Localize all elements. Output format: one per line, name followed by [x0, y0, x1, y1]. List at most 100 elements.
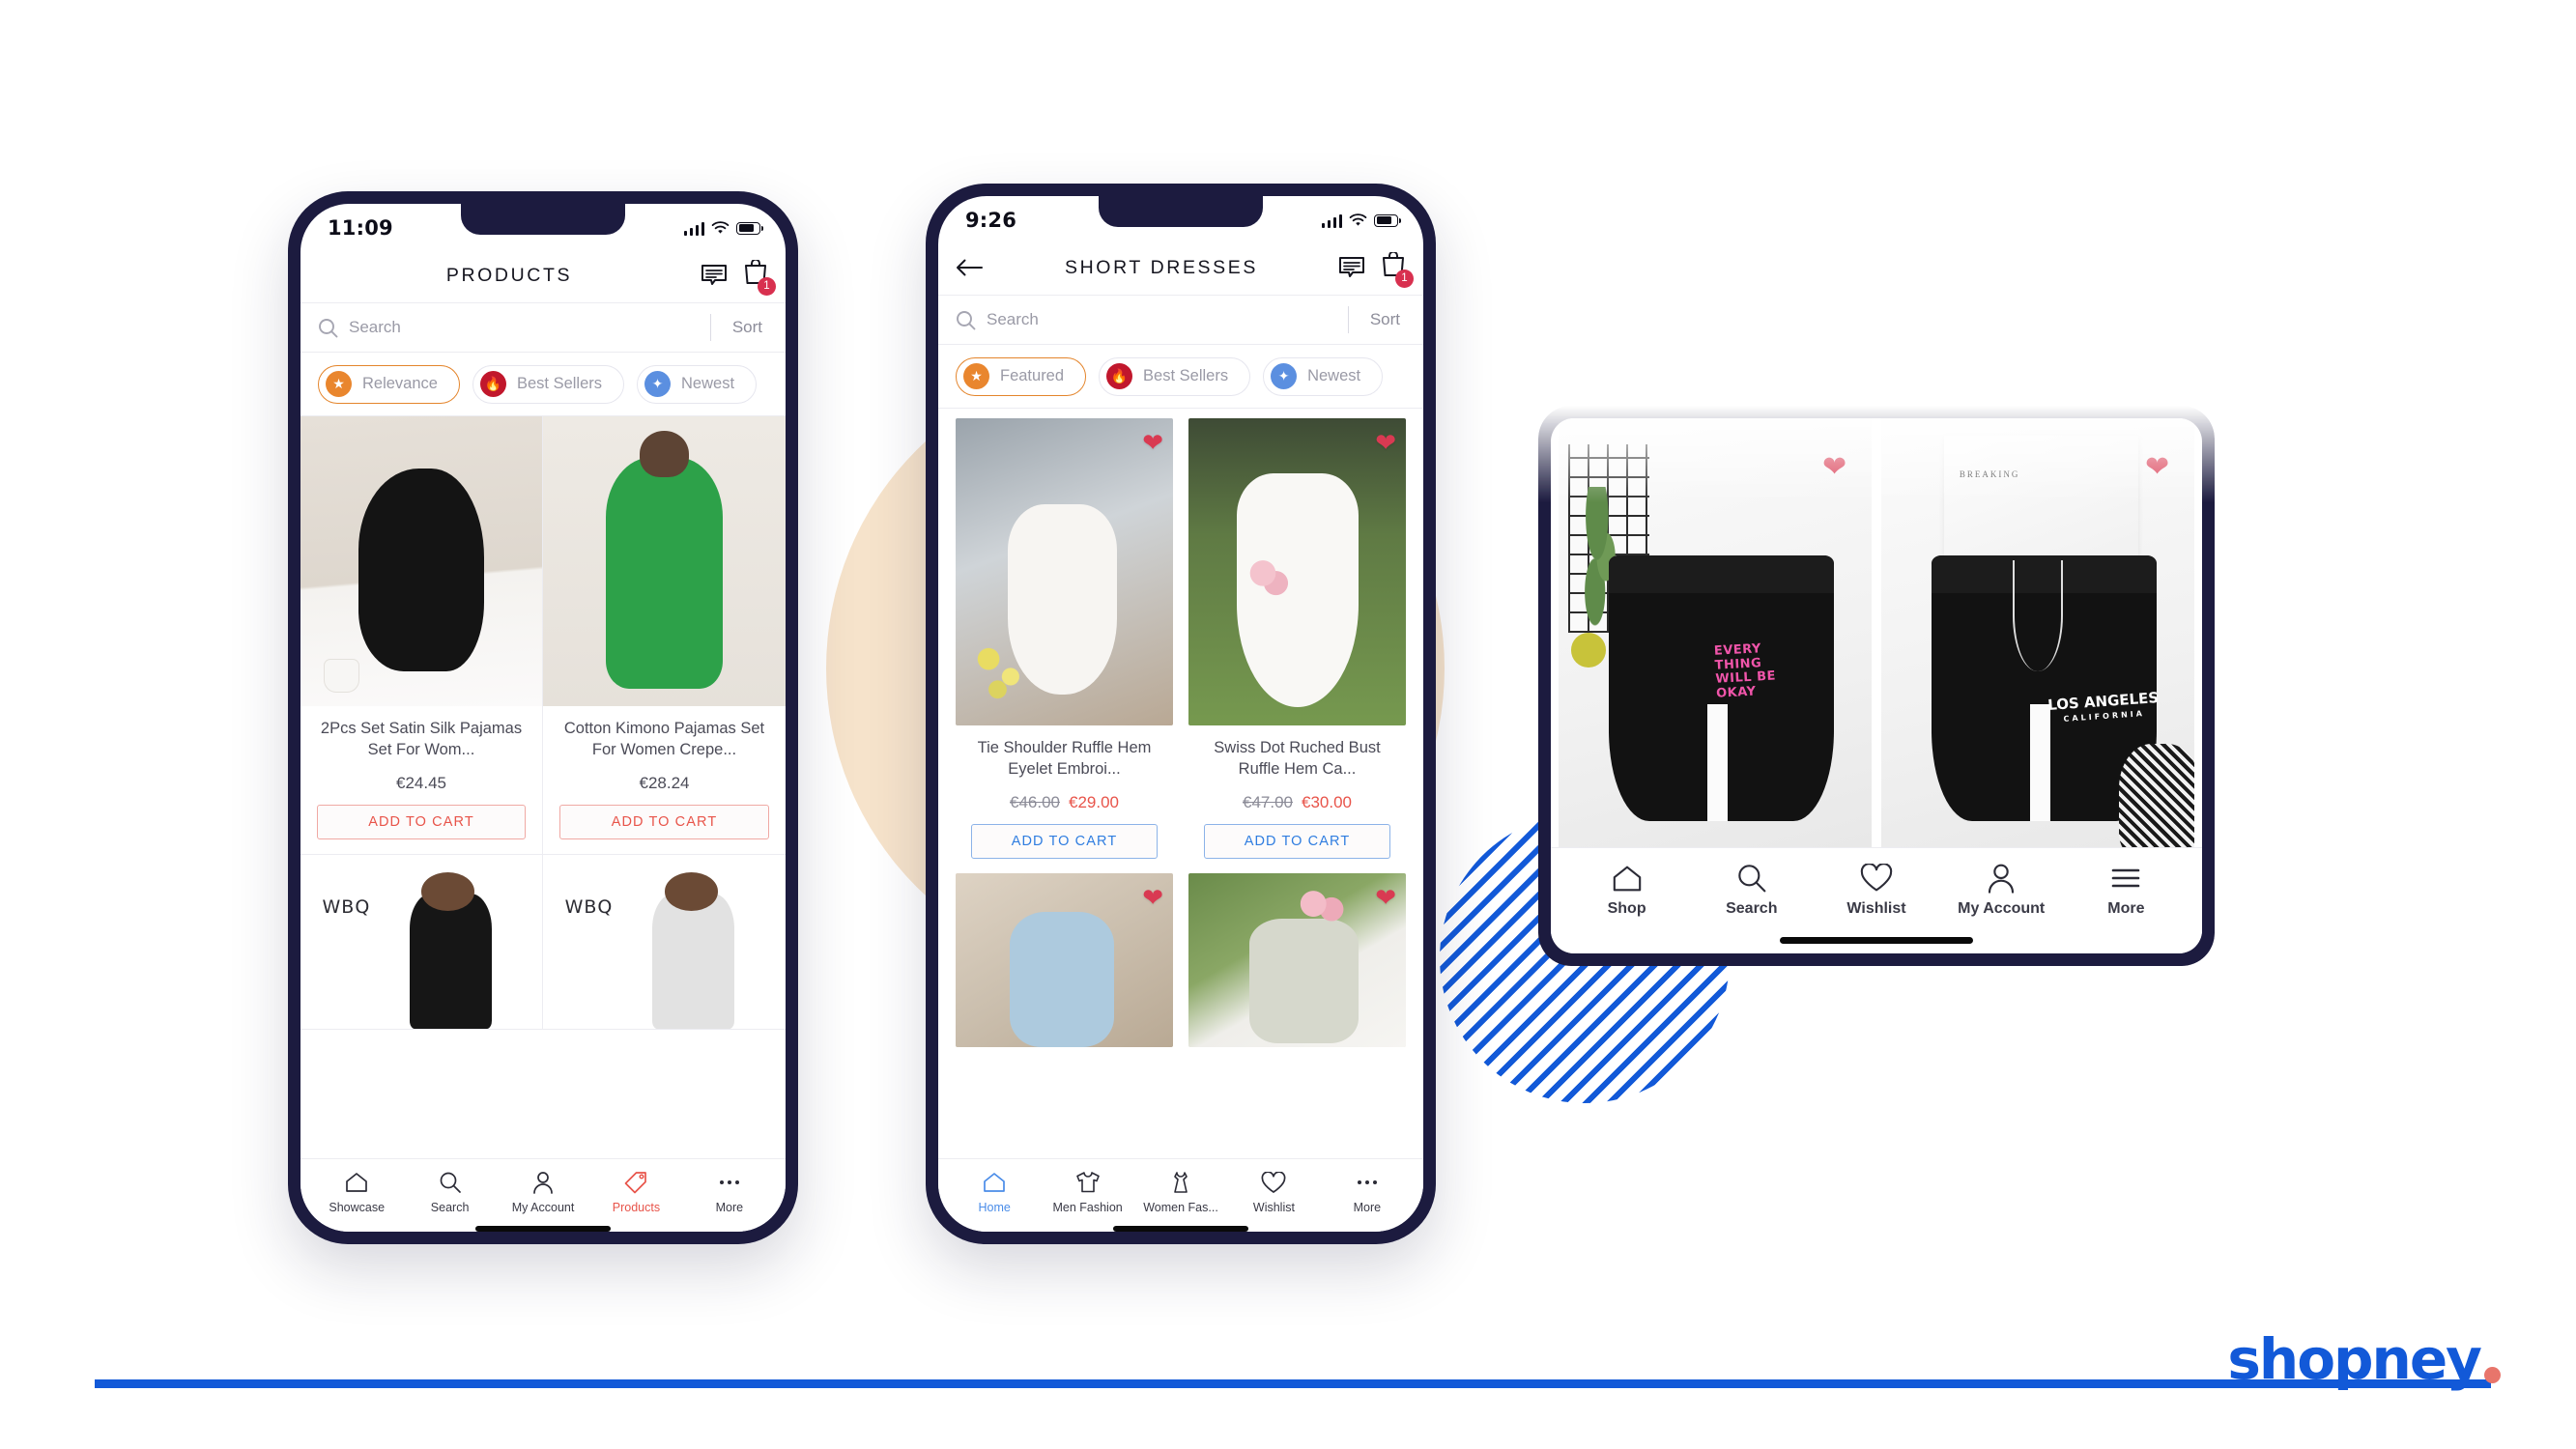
- page-title: PRODUCTS: [445, 264, 573, 286]
- chip-newest[interactable]: ✦ Newest: [637, 364, 758, 404]
- phone1-screen: 11:09 PRODUCTS 1 Search Sort ★ Relevance…: [301, 204, 786, 1232]
- heart-filled-icon[interactable]: ❤: [1822, 452, 1846, 482]
- search-placeholder: Search: [987, 310, 1039, 328]
- nav-item-women-fashion[interactable]: Women Fas...: [1134, 1170, 1227, 1214]
- search-icon: [957, 310, 976, 329]
- product-card[interactable]: 2Pcs Set Satin Silk Pajamas Set For Wom.…: [301, 416, 543, 855]
- add-to-cart-button[interactable]: ADD TO CART: [558, 805, 770, 839]
- chip-newest[interactable]: ✦ Newest: [1263, 356, 1384, 396]
- device3-screen: EVERY THING WILL BE OKAY ❤ BREAKING LOS …: [1551, 418, 2202, 953]
- nav-item-wishlist[interactable]: Wishlist: [1814, 862, 1938, 918]
- device3-product-grid: EVERY THING WILL BE OKAY ❤ BREAKING LOS …: [1551, 418, 2202, 847]
- product-card[interactable]: WBQ: [543, 855, 786, 1030]
- hamburger-icon: [2111, 862, 2140, 895]
- image-watermark: WBQ: [322, 896, 371, 919]
- heart-filled-icon[interactable]: ❤: [1142, 885, 1163, 910]
- home-indicator: [1113, 1226, 1248, 1232]
- sort-button[interactable]: Sort: [1370, 310, 1406, 329]
- phone2-app-bar: SHORT DRESSES 1: [938, 241, 1423, 295]
- nav-item-showcase[interactable]: Showcase: [310, 1170, 403, 1214]
- product-title: Swiss Dot Ruched Bust Ruffle Hem Ca...: [1214, 739, 1381, 778]
- product-info: Tie Shoulder Ruffle Hem Eyelet Embroi...…: [956, 725, 1173, 873]
- sort-button[interactable]: Sort: [732, 318, 768, 337]
- product-card[interactable]: BREAKING LOS ANGELES CALIFORNIA ❤: [1881, 418, 2194, 847]
- search-icon: [319, 318, 338, 337]
- back-button[interactable]: [956, 259, 985, 276]
- product-card[interactable]: WBQ: [301, 855, 543, 1030]
- nav-item-search[interactable]: Search: [1689, 862, 1814, 918]
- nav-label: Wishlist: [1252, 1201, 1295, 1214]
- chip-best-sellers[interactable]: 🔥 Best Sellers: [472, 364, 625, 404]
- nav-item-my-account[interactable]: My Account: [1939, 862, 2064, 918]
- party-popper-icon: ✦: [1271, 363, 1298, 389]
- heart-filled-icon[interactable]: ❤: [1375, 430, 1396, 455]
- phone2-bottom-nav: Home Men Fashion Women Fas... Wishlist M…: [938, 1158, 1423, 1232]
- product-info: 2Pcs Set Satin Silk Pajamas Set For Wom.…: [301, 706, 542, 854]
- cart-button[interactable]: 1: [1381, 250, 1414, 288]
- nav-label: Men Fashion: [1052, 1201, 1123, 1214]
- product-price: €24.45: [396, 774, 446, 792]
- nav-item-wishlist[interactable]: Wishlist: [1227, 1170, 1320, 1214]
- nav-item-more[interactable]: More: [2064, 862, 2189, 918]
- sneaker-prop: [2119, 744, 2194, 847]
- home-icon: [1612, 862, 1643, 895]
- magazine-headline: BREAKING: [1959, 469, 2020, 479]
- chip-featured[interactable]: ★ Featured: [956, 356, 1087, 396]
- nav-item-home[interactable]: Home: [948, 1170, 1041, 1214]
- chip-best-sellers[interactable]: 🔥 Best Sellers: [1099, 356, 1251, 396]
- person-icon: [531, 1170, 555, 1195]
- heart-filled-icon[interactable]: ❤: [2145, 452, 2169, 482]
- heart-filled-icon[interactable]: ❤: [1142, 430, 1163, 455]
- flame-icon: 🔥: [479, 371, 506, 397]
- product-price: €47.00 €30.00: [1198, 793, 1396, 812]
- nav-item-more[interactable]: More: [1321, 1170, 1414, 1214]
- person-icon: [1986, 862, 2017, 895]
- wifi-icon: [1349, 213, 1367, 226]
- add-to-cart-button[interactable]: ADD TO CART: [1204, 824, 1390, 859]
- nav-item-more[interactable]: More: [683, 1170, 776, 1214]
- nav-label: More: [715, 1201, 744, 1214]
- search-sort-divider: [709, 314, 711, 341]
- search-placeholder: Search: [349, 318, 401, 336]
- chip-relevance[interactable]: ★ Relevance: [318, 364, 460, 404]
- product-card[interactable]: EVERY THING WILL BE OKAY ❤: [1559, 418, 1872, 847]
- chat-bubble-icon[interactable]: [701, 264, 728, 288]
- phone1-app-bar-actions: 1: [701, 258, 776, 296]
- product-image: ❤: [1188, 873, 1406, 1047]
- search-input[interactable]: Search: [318, 318, 710, 338]
- product-image: ❤: [1188, 418, 1406, 725]
- product-card[interactable]: ❤ Tie Shoulder Ruffle Hem Eyelet Embroi.…: [948, 418, 1181, 873]
- chat-bubble-icon[interactable]: [1338, 256, 1365, 280]
- product-card[interactable]: Cotton Kimono Pajamas Set For Women Crep…: [543, 416, 786, 855]
- nav-item-products[interactable]: Products: [589, 1170, 682, 1214]
- nav-label: Shop: [1607, 900, 1646, 917]
- phone1-app-bar: PRODUCTS 1: [301, 248, 786, 302]
- nav-label: Wishlist: [1846, 900, 1906, 917]
- heart-filled-icon[interactable]: ❤: [1375, 885, 1396, 910]
- nav-label: Products: [612, 1201, 661, 1214]
- phone-mockup-products: 11:09 PRODUCTS 1 Search Sort ★ Relevance…: [288, 191, 798, 1244]
- nav-item-men-fashion[interactable]: Men Fashion: [1041, 1170, 1133, 1214]
- add-to-cart-button[interactable]: ADD TO CART: [971, 824, 1158, 859]
- chip-label: Newest: [681, 375, 735, 392]
- battery-icon: [1374, 213, 1402, 227]
- drawstring-detail: [2013, 559, 2063, 671]
- add-to-cart-button[interactable]: ADD TO CART: [316, 805, 527, 839]
- search-input[interactable]: Search: [956, 310, 1348, 330]
- lime-slice-prop: [1570, 633, 1606, 668]
- product-card[interactable]: ❤ Swiss Dot Ruched Bust Ruffle Hem Ca...…: [1181, 418, 1414, 873]
- status-time: 9:26: [965, 209, 1017, 232]
- nav-item-shop[interactable]: Shop: [1564, 862, 1689, 918]
- chip-label: Best Sellers: [1143, 367, 1229, 384]
- cart-button[interactable]: 1: [743, 258, 776, 296]
- product-price: €46.00 €29.00: [965, 793, 1163, 812]
- cellular-signal-icon: [683, 221, 704, 236]
- nav-item-my-account[interactable]: My Account: [497, 1170, 589, 1214]
- nav-item-search[interactable]: Search: [403, 1170, 496, 1214]
- product-image: [301, 416, 542, 706]
- status-time: 11:09: [328, 216, 393, 240]
- product-card[interactable]: ❤: [1181, 873, 1414, 1047]
- bottom-blue-rule: [95, 1379, 2491, 1388]
- product-title: Tie Shoulder Ruffle Hem Eyelet Embroi...: [977, 739, 1152, 778]
- product-card[interactable]: ❤: [948, 873, 1181, 1047]
